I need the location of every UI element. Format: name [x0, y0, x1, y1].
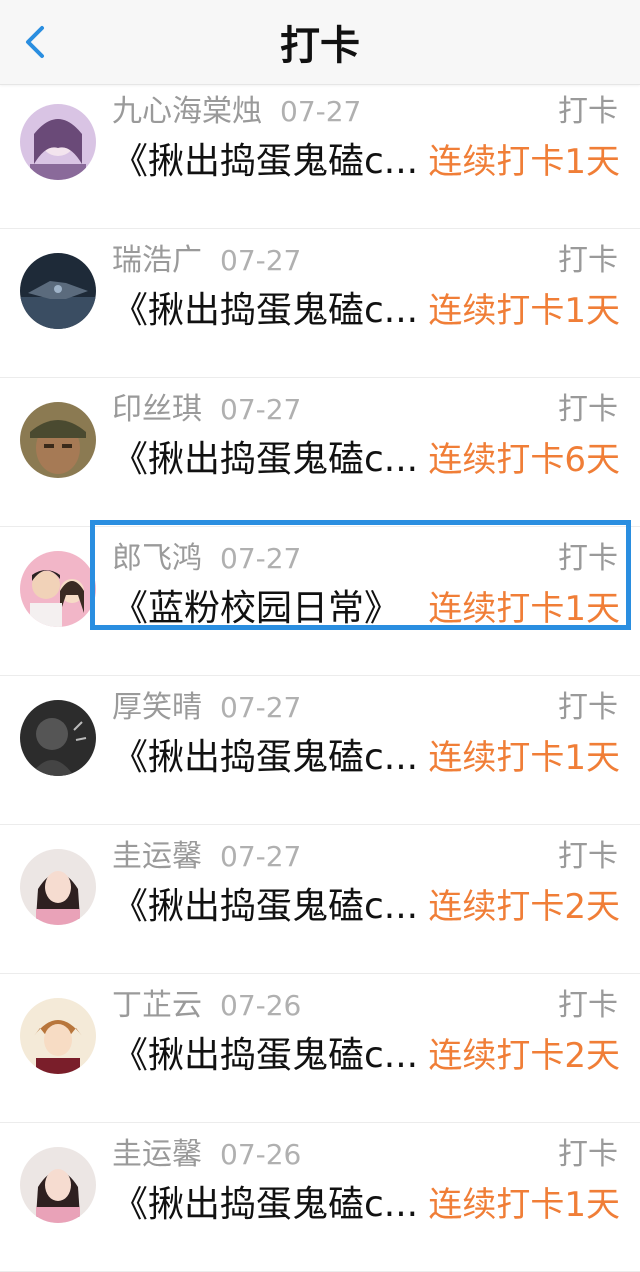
list-item[interactable]: 厚笑晴 07-27 打卡 《揪出捣蛋鬼磕c... 连续打卡1天 [0, 676, 640, 825]
streak-label: 连续打卡1天 [428, 291, 620, 331]
book-title[interactable]: 《揪出捣蛋鬼磕c... [112, 734, 430, 782]
user-meta: 印丝琪 07-27 [112, 392, 301, 428]
dark-spaceship-avatar-icon [20, 253, 96, 329]
user-meta: 九心海棠烛 07-27 [112, 94, 361, 130]
avatar[interactable] [20, 849, 96, 925]
entry-date: 07-27 [220, 244, 302, 277]
entry-date: 07-27 [220, 840, 302, 873]
book-title[interactable]: 《揪出捣蛋鬼磕c... [112, 436, 430, 484]
book-title[interactable]: 《揪出捣蛋鬼磕c... [112, 287, 430, 335]
user-name[interactable]: 印丝琪 [112, 392, 202, 427]
user-meta: 丁芷云 07-26 [112, 988, 301, 1024]
book-title[interactable]: 《揪出捣蛋鬼磕c... [112, 883, 430, 931]
checkin-list: 九心海棠烛 07-27 打卡 《揪出捣蛋鬼磕c... 连续打卡1天 瑞浩广 07-2… [0, 80, 640, 1272]
user-name[interactable]: 圭运馨 [112, 839, 202, 874]
book-title[interactable]: 《揪出捣蛋鬼磕c... [112, 138, 430, 186]
avatar[interactable] [20, 253, 96, 329]
list-item[interactable]: 瑞浩广 07-27 打卡 《揪出捣蛋鬼磕c... 连续打卡1天 [0, 229, 640, 378]
action-label: 打卡 [558, 392, 618, 427]
entry-date: 07-27 [220, 691, 302, 724]
entry-date: 07-26 [220, 1138, 302, 1171]
list-item[interactable]: 圭运馨 07-27 打卡 《揪出捣蛋鬼磕c... 连续打卡2天 [0, 825, 640, 974]
entry-date: 07-27 [220, 393, 302, 426]
list-item[interactable]: 印丝琪 07-27 打卡 《揪出捣蛋鬼磕c... 连续打卡6天 [0, 378, 640, 527]
avatar[interactable] [20, 402, 96, 478]
avatar[interactable] [20, 104, 96, 180]
purple-anime-girl-avatar-icon [20, 104, 96, 180]
action-label: 打卡 [558, 988, 618, 1023]
streak-label: 连续打卡1天 [428, 589, 620, 629]
streak-label: 连续打卡2天 [428, 1036, 620, 1076]
avatar[interactable] [20, 700, 96, 776]
action-label: 打卡 [558, 690, 618, 725]
avatar[interactable] [20, 998, 96, 1074]
avatar[interactable] [20, 1147, 96, 1223]
anime-boy-avatar-icon [20, 998, 96, 1074]
list-item[interactable]: 圭运馨 07-26 打卡 《揪出捣蛋鬼磕c... 连续打卡1天 [0, 1123, 640, 1272]
avatar[interactable] [20, 551, 96, 627]
page-title: 打卡 [280, 23, 360, 69]
user-name[interactable]: 郎飞鸿 [112, 541, 202, 576]
user-meta: 圭运馨 07-27 [112, 839, 301, 875]
action-label: 打卡 [558, 94, 618, 129]
dark-portrait-avatar-icon [20, 700, 96, 776]
list-item[interactable]: 郎飞鸿 07-27 打卡 《蓝粉校园日常》 连续打卡1天 [0, 527, 640, 676]
streak-label: 连续打卡6天 [428, 440, 620, 480]
action-label: 打卡 [558, 839, 618, 874]
entry-date: 07-27 [280, 95, 362, 128]
list-item[interactable]: 九心海棠烛 07-27 打卡 《揪出捣蛋鬼磕c... 连续打卡1天 [0, 80, 640, 229]
user-name[interactable]: 丁芷云 [112, 988, 202, 1023]
book-title[interactable]: 《揪出捣蛋鬼磕c... [112, 1032, 430, 1080]
man-with-cap-avatar-icon [20, 402, 96, 478]
user-meta: 瑞浩广 07-27 [112, 243, 301, 279]
action-label: 打卡 [558, 1137, 618, 1172]
streak-label: 连续打卡2天 [428, 887, 620, 927]
book-title[interactable]: 《蓝粉校园日常》 [112, 585, 430, 633]
user-meta: 厚笑晴 07-27 [112, 690, 301, 726]
streak-label: 连续打卡1天 [428, 1185, 620, 1225]
top-bar: 打卡 [0, 0, 640, 85]
book-title[interactable]: 《揪出捣蛋鬼磕c... [112, 1181, 430, 1229]
user-meta: 圭运馨 07-26 [112, 1137, 301, 1173]
user-name[interactable]: 瑞浩广 [112, 243, 202, 278]
action-label: 打卡 [558, 541, 618, 576]
girl-portrait-avatar-icon [20, 849, 96, 925]
couple-photo-avatar-icon [20, 551, 96, 627]
streak-label: 连续打卡1天 [428, 738, 620, 778]
user-meta: 郎飞鸿 07-27 [112, 541, 301, 577]
streak-label: 连续打卡1天 [428, 142, 620, 182]
user-name[interactable]: 九心海棠烛 [112, 94, 262, 129]
girl-portrait-avatar-icon [20, 1147, 96, 1223]
entry-date: 07-26 [220, 989, 302, 1022]
entry-date: 07-27 [220, 542, 302, 575]
user-name[interactable]: 圭运馨 [112, 1137, 202, 1172]
action-label: 打卡 [558, 243, 618, 278]
user-name[interactable]: 厚笑晴 [112, 690, 202, 725]
list-item[interactable]: 丁芷云 07-26 打卡 《揪出捣蛋鬼磕c... 连续打卡2天 [0, 974, 640, 1123]
